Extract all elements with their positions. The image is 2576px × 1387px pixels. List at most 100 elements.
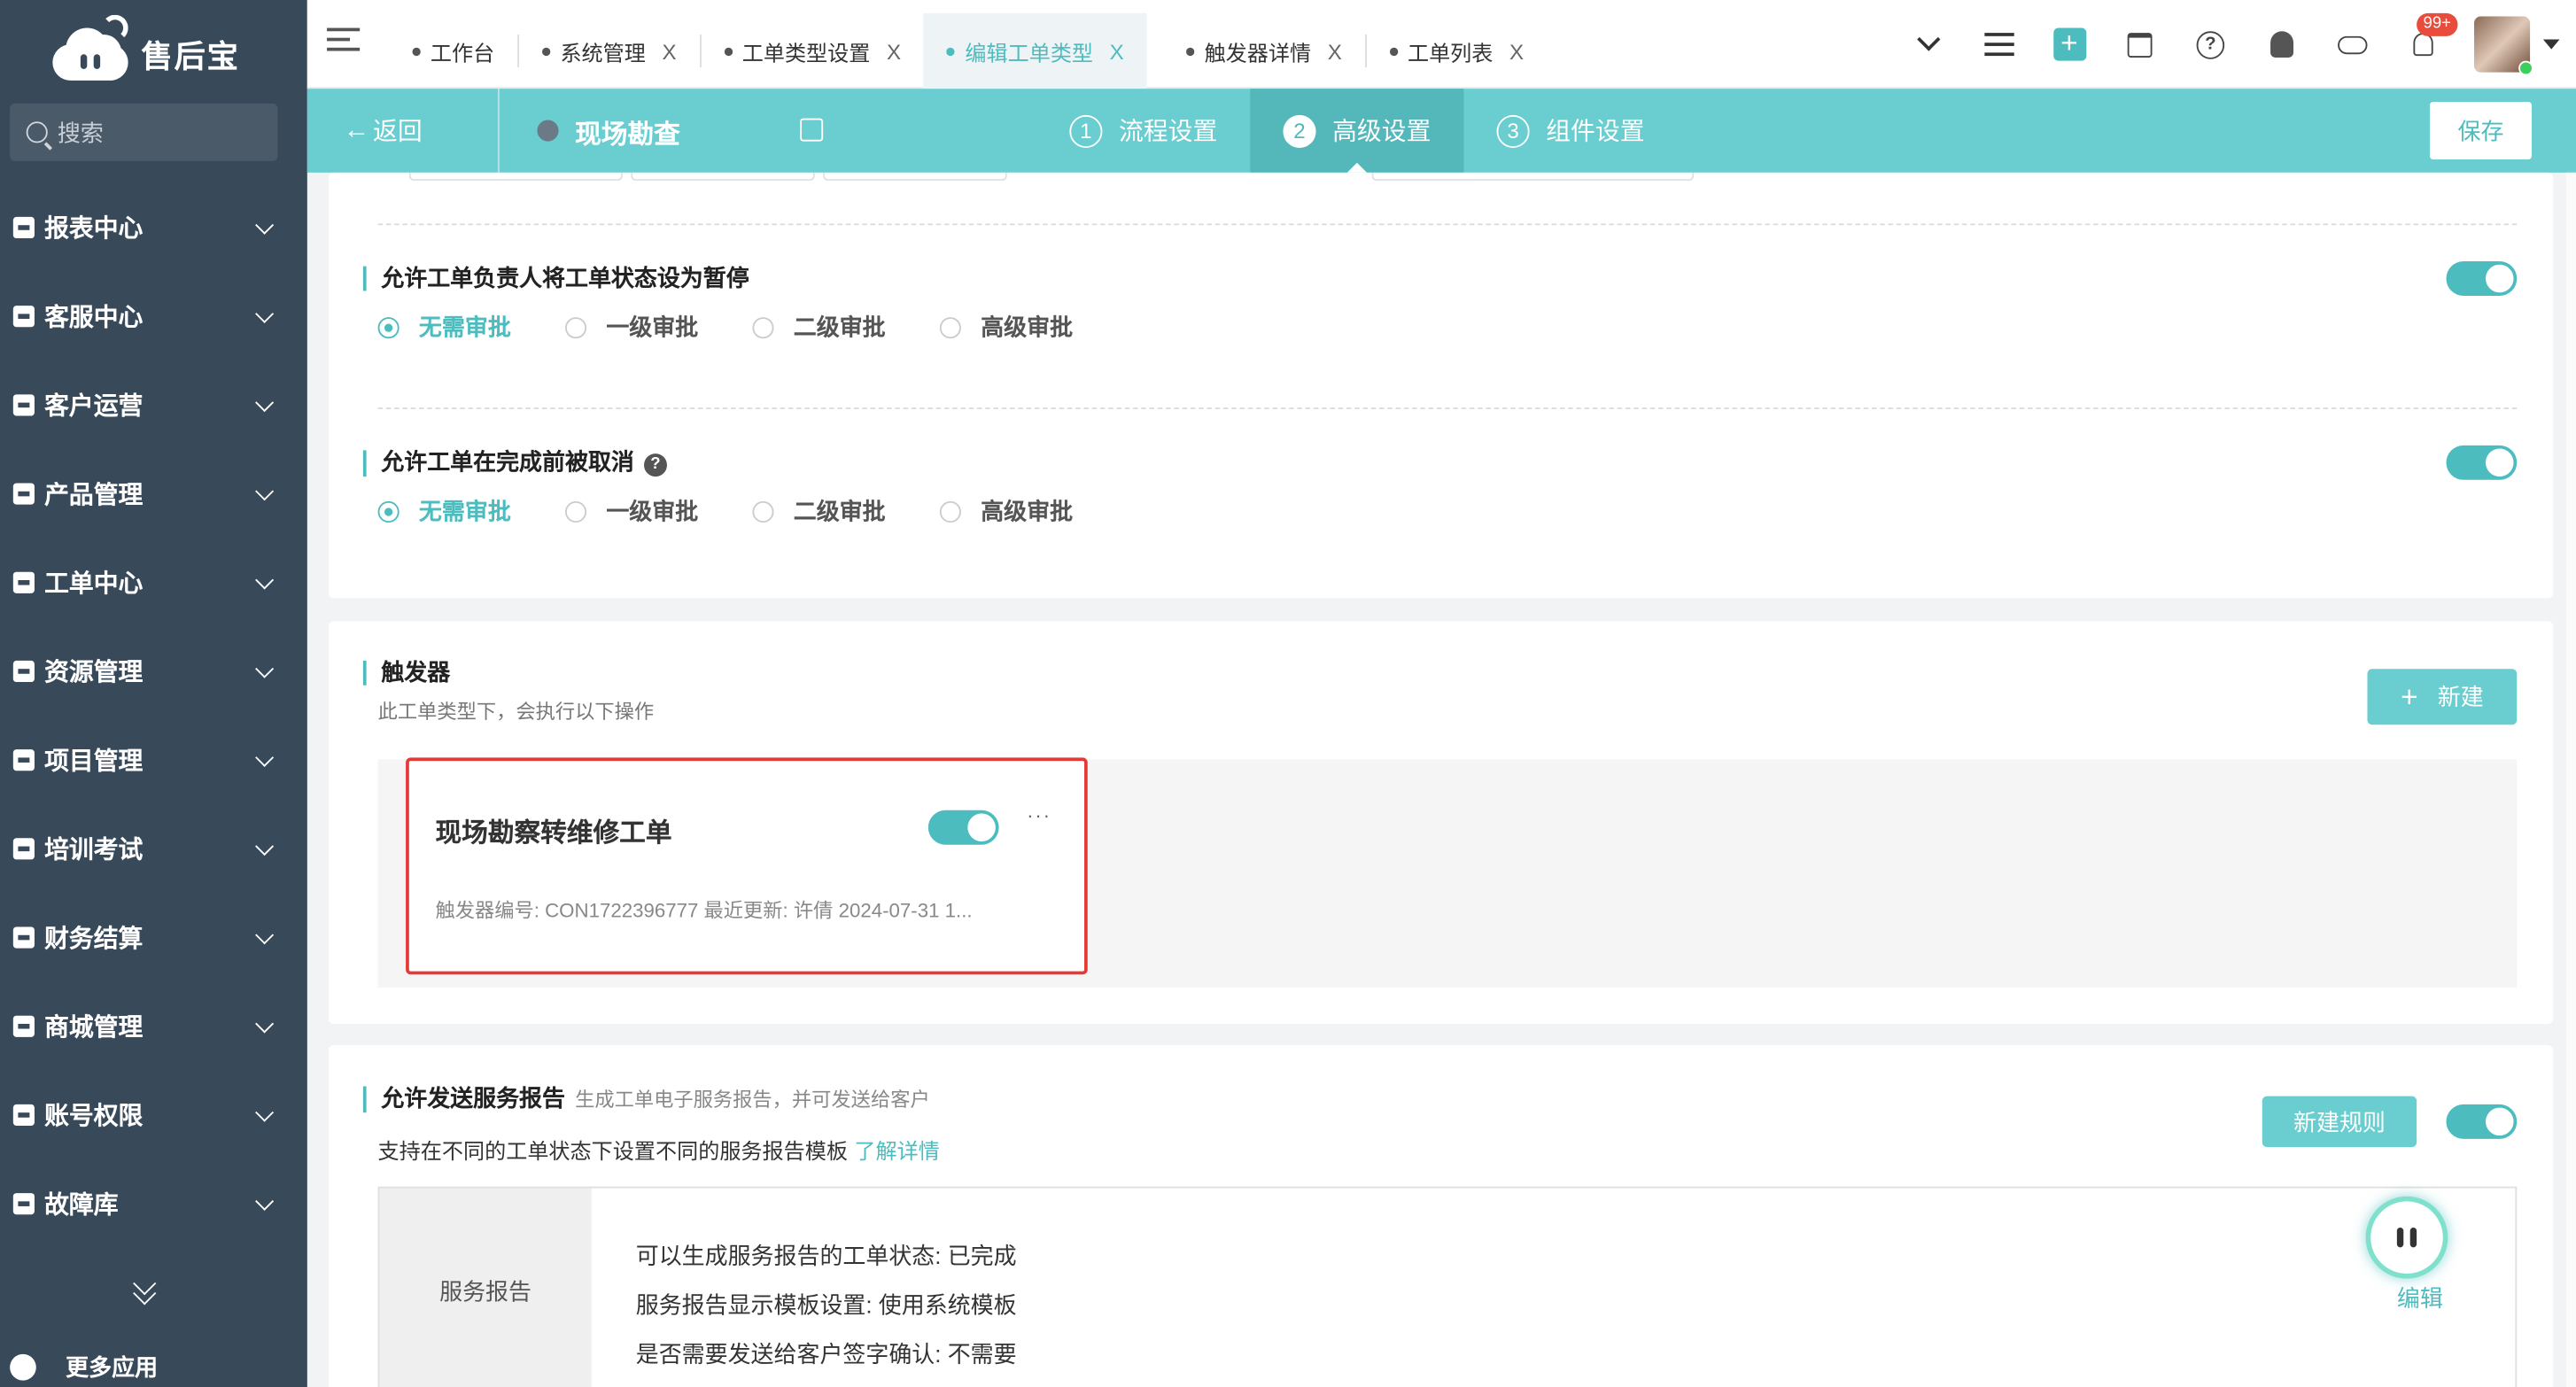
more-apps-button[interactable]: 更多应用: [10, 1351, 158, 1383]
back-button[interactable]: ← 返回: [307, 89, 500, 173]
pause-radio-no-approval[interactable]: 无需审批: [377, 311, 511, 344]
sidebar-item-service-center[interactable]: 客服中心: [0, 271, 307, 360]
toolbar-icons: + ? 99+: [1892, 0, 2576, 89]
help-icon: ?: [2196, 30, 2225, 58]
sidebar-item-product[interactable]: 产品管理: [0, 449, 307, 538]
step-label: 高级设置: [1332, 118, 1432, 147]
chevron-down-icon: [1916, 27, 1940, 51]
pause-radio-level1[interactable]: 一级审批: [564, 311, 698, 344]
list-menu-button[interactable]: [1963, 0, 2034, 89]
step-process-settings[interactable]: 1 流程设置: [1036, 89, 1250, 173]
user-menu[interactable]: [2457, 0, 2576, 89]
question-icon[interactable]: ?: [644, 453, 667, 477]
tab-trigger-detail[interactable]: 触发器详情 X: [1163, 13, 1365, 89]
close-icon[interactable]: X: [662, 39, 676, 64]
bell-icon: [2412, 33, 2432, 57]
pause-radio-advanced[interactable]: 高级审批: [939, 311, 1073, 344]
close-icon[interactable]: X: [887, 39, 901, 64]
double-chevron-down-icon[interactable]: [131, 1272, 158, 1308]
chevron-down-icon: [255, 1191, 275, 1211]
divider: [377, 223, 2518, 226]
sidebar-item-customer-ops[interactable]: 客户运营: [0, 360, 307, 448]
cloud-download-button[interactable]: [2316, 0, 2387, 89]
pause-toggle[interactable]: [2446, 261, 2518, 296]
tab-dot-icon: [724, 46, 733, 56]
learn-more-link[interactable]: 了解详情: [854, 1139, 939, 1164]
sidebar-item-ticket-center[interactable]: 工单中心: [0, 538, 307, 626]
report-title-text: 允许发送服务报告: [381, 1084, 565, 1112]
radio-label: 一级审批: [606, 498, 699, 524]
step-label: 流程设置: [1118, 118, 1218, 147]
tab-ticket-type-settings[interactable]: 工单类型设置 X: [701, 13, 924, 89]
radio-circle: [377, 316, 400, 338]
tab-ticket-list[interactable]: 工单列表 X: [1367, 13, 1547, 89]
edit-name-icon[interactable]: [800, 118, 824, 142]
cancel-approval-radio-group: 无需审批 一级审批 二级审批 高级审批: [377, 495, 1128, 528]
tab-workbench[interactable]: 工作台: [390, 13, 518, 89]
new-rule-button[interactable]: 新建规则: [2262, 1096, 2417, 1148]
notifications-button[interactable]: 99+: [2387, 0, 2458, 89]
project-icon: [12, 748, 35, 771]
app-logo[interactable]: 售后宝: [46, 10, 240, 85]
cut-off-control: [408, 172, 623, 182]
report-toggle[interactable]: [2446, 1104, 2518, 1139]
sidebar-item-fault-library[interactable]: 故障库: [0, 1158, 307, 1247]
pause-floating-button[interactable]: [2365, 1196, 2448, 1279]
pause-radio-level2[interactable]: 二级审批: [752, 311, 886, 344]
sidebar-item-training[interactable]: 培训考试: [0, 803, 307, 892]
quick-create-button[interactable]: +: [2034, 0, 2105, 89]
cut-off-control: [631, 172, 815, 182]
more-options-icon[interactable]: ···: [1027, 803, 1051, 826]
report-line: 服务报告显示模板设置: 使用系统模板: [635, 1291, 1017, 1319]
finance-icon: [12, 926, 35, 948]
radio-label: 二级审批: [793, 498, 886, 524]
new-trigger-button[interactable]: + 新建: [2367, 669, 2518, 725]
tabs-dropdown-button[interactable]: [1892, 0, 1963, 89]
step-advanced-settings[interactable]: 2 高级设置: [1250, 89, 1464, 173]
sidebar-item-account[interactable]: 账号权限: [0, 1070, 307, 1158]
edit-report-link[interactable]: 编辑: [2397, 1282, 2443, 1314]
cancel-radio-advanced[interactable]: 高级审批: [939, 495, 1073, 528]
cancel-radio-no-approval[interactable]: 无需审批: [377, 495, 511, 528]
radio-circle: [564, 316, 587, 338]
menu-toggle-icon[interactable]: [327, 27, 361, 55]
step-nav: 1 流程设置 2 高级设置 3 组件设置: [1036, 89, 1677, 173]
sidebar-item-project[interactable]: 项目管理: [0, 715, 307, 803]
chevron-down-icon: [255, 1014, 275, 1034]
cancel-radio-level1[interactable]: 一级审批: [564, 495, 699, 528]
notification-badge: 99+: [2417, 12, 2458, 36]
cancel-radio-level2[interactable]: 二级审批: [752, 495, 886, 528]
chevron-down-icon: [255, 926, 275, 945]
step-component-settings[interactable]: 3 组件设置: [1464, 89, 1678, 173]
sidebar-item-report-center[interactable]: 报表中心: [0, 182, 307, 271]
page-scrollbar[interactable]: [2565, 172, 2576, 1387]
tab-label: 工单类型设置: [741, 40, 871, 66]
sidebar-item-resource[interactable]: 资源管理: [0, 626, 307, 715]
sidebar-item-finance[interactable]: 财务结算: [0, 893, 307, 981]
tab-dot-icon: [1389, 46, 1398, 56]
trigger-item-card[interactable]: 现场勘察转维修工单 ··· 触发器编号: CON1722396777 最近更新:…: [406, 757, 1088, 975]
close-icon[interactable]: X: [1509, 39, 1524, 64]
trigger-enable-toggle[interactable]: [927, 810, 999, 845]
more-apps-label: 更多应用: [66, 1353, 159, 1381]
sidebar-nav: 报表中心 客服中心 客户运营 产品管理 工单中心 资源管理 项目管理 培训考试 …: [0, 182, 307, 1247]
close-icon[interactable]: X: [1110, 39, 1124, 64]
save-button[interactable]: 保存: [2429, 102, 2532, 159]
report-hint: 支持在不同的工单状态下设置不同的服务报告模板 了解详情: [378, 1134, 940, 1165]
back-label: 返回: [372, 118, 423, 147]
close-icon[interactable]: X: [1328, 39, 1342, 64]
tab-system-management[interactable]: 系统管理 X: [519, 13, 699, 89]
chevron-down-icon: [255, 215, 275, 235]
report-icon: [12, 215, 35, 238]
report-line: 是否需要发送给客户签字确认: 不需要: [635, 1341, 1017, 1368]
trigger-section-title: 触发器: [362, 660, 450, 686]
sidebar-item-mall[interactable]: 商城管理: [0, 981, 307, 1070]
cancel-toggle[interactable]: [2446, 445, 2518, 480]
ticket-type-title: 现场勘查: [537, 89, 680, 173]
tab-edit-ticket-type[interactable]: 编辑工单类型 X: [924, 12, 1147, 89]
calendar-button[interactable]: [2105, 0, 2176, 89]
help-button[interactable]: ?: [2175, 0, 2246, 89]
radio-circle: [939, 316, 961, 338]
academy-button[interactable]: [2246, 0, 2316, 89]
sidebar-search-input[interactable]: 搜索: [10, 103, 278, 161]
